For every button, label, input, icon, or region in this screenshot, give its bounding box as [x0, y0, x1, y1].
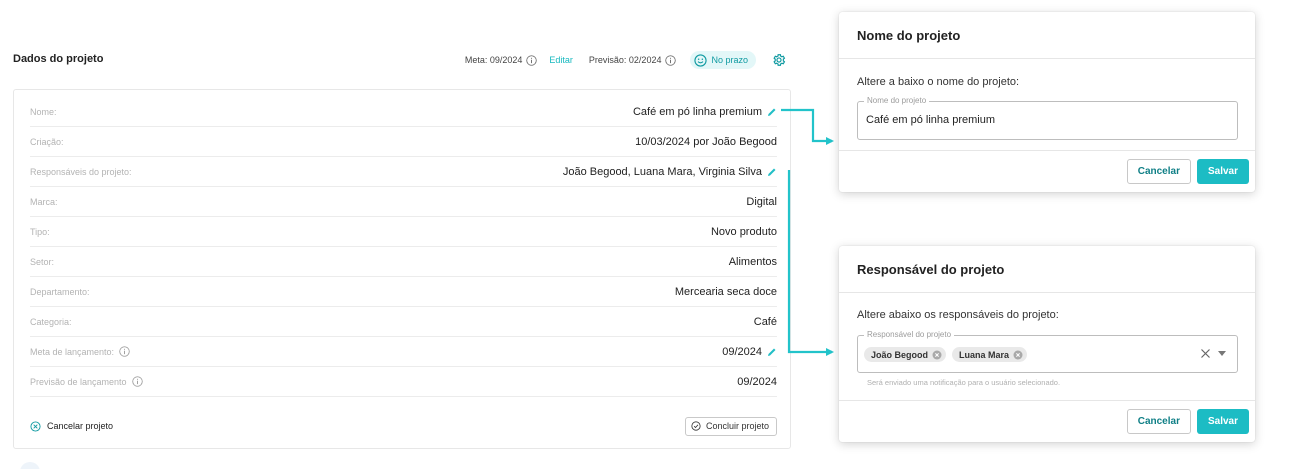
forecast-date: Previsão: 02/2024 — [588, 54, 677, 66]
modal-instruction: Altere a baixo o nome do projeto: — [857, 76, 1020, 88]
detail-value: Novo produto — [710, 225, 777, 238]
project-details-card: Nome: Café em pó linha premium Criação: … — [13, 89, 791, 449]
pencil-icon[interactable] — [767, 347, 777, 357]
chip-remove-icon[interactable] — [932, 350, 942, 360]
detail-label-wrap: Meta de lançamento: — [30, 346, 130, 357]
forecast-label: Previsão: 02/2024 — [588, 55, 662, 65]
smiley-icon — [694, 53, 708, 67]
detail-value: 09/2024 — [722, 345, 762, 358]
clear-icon[interactable] — [1200, 348, 1211, 359]
pencil-icon[interactable] — [767, 167, 777, 177]
modal-title: Responsável do projeto — [839, 246, 1255, 293]
detail-label: Categoria: — [30, 316, 72, 327]
detail-label: Marca: — [30, 196, 58, 207]
info-icon[interactable] — [119, 346, 130, 357]
detail-label: Meta de lançamento: — [30, 346, 115, 357]
detail-row-department: Departamento: Mercearia seca doce — [30, 277, 777, 307]
edit-meta-link[interactable]: Editar — [549, 55, 573, 65]
detail-label: Setor: — [30, 256, 55, 267]
page-title: Dados do projeto — [13, 53, 104, 65]
project-owner-select[interactable]: Responsável do projeto João Begood Luana… — [857, 330, 1238, 373]
detail-row-launch-goal: Meta de lançamento: 09/2024 — [30, 337, 777, 367]
detail-row-brand: Marca: Digital — [30, 187, 777, 217]
modal-instruction: Altere abaixo os responsáveis do projeto… — [857, 309, 1059, 321]
field-value[interactable]: Café em pó linha premium — [866, 114, 995, 126]
check-circle-icon — [691, 421, 701, 431]
save-button[interactable]: Salvar — [1196, 159, 1249, 184]
detail-label: Previsão de lançamento — [30, 376, 127, 387]
detail-row-launch-forecast: Previsão de lançamento 09/2024 — [30, 367, 777, 397]
detail-value-wrap: João Begood, Luana Mara, Virginia Silva — [563, 166, 777, 178]
detail-label: Criação: — [30, 136, 64, 147]
detail-value: Alimentos — [728, 255, 777, 268]
detail-value: João Begood, Luana Mara, Virginia Silva — [562, 165, 762, 178]
detail-value: Mercearia seca doce — [674, 285, 777, 298]
conclude-project-label: Concluir projeto — [705, 421, 769, 431]
owner-modal: Responsável do projeto Altere abaixo os … — [839, 246, 1255, 442]
detail-row-sector: Setor: Alimentos — [30, 247, 777, 277]
detail-value: Digital — [746, 195, 777, 208]
info-icon[interactable] — [131, 376, 143, 387]
info-icon[interactable] — [665, 54, 677, 66]
detail-value: Café — [753, 315, 777, 328]
modal-footer: Cancelar Salvar — [839, 150, 1255, 192]
info-icon[interactable] — [526, 54, 538, 66]
detail-row-name: Nome: Café em pó linha premium — [30, 97, 777, 127]
cancel-circle-icon — [30, 420, 41, 432]
project-meta-bar: Meta: 09/2024 Editar Previsão: 02/2024 N… — [465, 51, 786, 69]
cancel-button[interactable]: Cancelar — [1126, 159, 1191, 184]
status-badge-label: No prazo — [711, 55, 748, 65]
detail-label-wrap: Previsão de lançamento — [30, 376, 143, 387]
field-label: Nome do projeto — [864, 96, 930, 106]
project-name-field[interactable]: Nome do projeto Café em pó linha premium — [857, 96, 1238, 140]
detail-label: Responsáveis do projeto: — [30, 166, 132, 177]
chip-remove-icon[interactable] — [1013, 350, 1023, 360]
modal-title: Nome do projeto — [839, 12, 1255, 59]
dropdown-arrow-icon[interactable] — [1218, 351, 1226, 356]
detail-row-owners: Responsáveis do projeto: João Begood, Lu… — [30, 157, 777, 187]
gear-icon[interactable] — [772, 53, 786, 67]
detail-row-creation: Criação: 10/03/2024 por João Begood — [30, 127, 777, 157]
detail-value: 09/2024 — [737, 375, 777, 388]
owner-chip[interactable]: Luana Mara — [952, 347, 1028, 362]
cancel-project-label: Cancelar projeto — [47, 421, 114, 431]
detail-value: 10/03/2024 por João Begood — [635, 135, 777, 148]
connector-owners — [787, 170, 834, 356]
name-modal: Nome do projeto Altere a baixo o nome do… — [839, 12, 1255, 192]
detail-value-wrap: Café em pó linha premium — [633, 106, 777, 118]
status-badge: No prazo — [690, 51, 756, 69]
detail-row-type: Tipo: Novo produto — [30, 217, 777, 247]
helper-text: Será enviado uma notificação para o usuá… — [867, 378, 1061, 387]
detail-label: Tipo: — [30, 226, 50, 237]
detail-value: Café em pó linha premium — [632, 105, 762, 118]
save-button[interactable]: Salvar — [1196, 409, 1249, 434]
modal-footer: Cancelar Salvar — [839, 400, 1255, 442]
detail-label: Nome: — [30, 106, 57, 117]
detail-value-wrap: 09/2024 — [722, 346, 777, 358]
meta-date: Meta: 09/2024 — [464, 54, 538, 66]
owner-chip-label: João Begood — [871, 349, 929, 360]
field-label: Responsável do projeto — [864, 330, 955, 340]
cancel-project-button[interactable]: Cancelar projeto — [30, 420, 114, 432]
cancel-button[interactable]: Cancelar — [1126, 409, 1191, 434]
help-button[interactable] — [20, 462, 40, 469]
owner-chip-label: Luana Mara — [959, 349, 1010, 360]
owner-chip[interactable]: João Begood — [864, 347, 947, 362]
selected-owners: João Begood Luana Mara — [864, 347, 1033, 362]
conclude-project-button[interactable]: Concluir projeto — [684, 416, 777, 436]
detail-label: Departamento: — [30, 286, 90, 297]
detail-row-category: Categoria: Café — [30, 307, 777, 337]
pencil-icon[interactable] — [767, 107, 777, 117]
card-actions: Cancelar projeto Concluir projeto — [30, 415, 777, 437]
meta-label: Meta: 09/2024 — [464, 55, 523, 65]
